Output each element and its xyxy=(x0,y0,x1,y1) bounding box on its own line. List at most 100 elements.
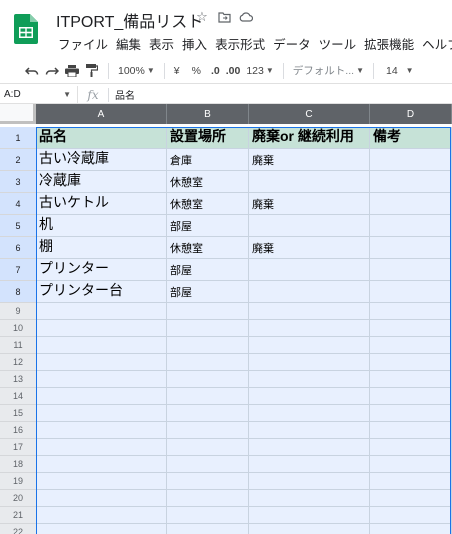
table-cell[interactable] xyxy=(249,171,370,193)
col-a-header[interactable]: A xyxy=(36,104,167,124)
row-header[interactable]: 16 xyxy=(0,422,36,439)
col-c-header[interactable]: C xyxy=(249,104,370,124)
table-cell[interactable] xyxy=(167,490,249,507)
table-cell[interactable] xyxy=(370,281,452,303)
table-cell[interactable] xyxy=(249,215,370,237)
table-cell[interactable] xyxy=(370,439,452,456)
table-cell[interactable] xyxy=(370,507,452,524)
table-cell[interactable] xyxy=(36,405,167,422)
table-cell[interactable] xyxy=(167,507,249,524)
table-cell[interactable] xyxy=(167,337,249,354)
row-header[interactable]: 19 xyxy=(0,473,36,490)
table-cell[interactable]: 廃棄 xyxy=(249,193,370,215)
table-cell[interactable]: 休憩室 xyxy=(167,193,249,215)
table-cell[interactable] xyxy=(249,473,370,490)
header-cell[interactable]: 品名 xyxy=(36,127,167,149)
table-cell[interactable] xyxy=(167,354,249,371)
table-cell[interactable] xyxy=(370,388,452,405)
menu-format[interactable]: 表示形式 xyxy=(211,34,269,53)
table-cell[interactable] xyxy=(370,149,452,171)
table-cell[interactable] xyxy=(249,320,370,337)
table-cell[interactable] xyxy=(36,456,167,473)
table-cell[interactable] xyxy=(249,507,370,524)
table-cell[interactable] xyxy=(249,439,370,456)
table-cell[interactable] xyxy=(36,473,167,490)
row-header[interactable]: 2 xyxy=(0,149,36,171)
row-header[interactable]: 13 xyxy=(0,371,36,388)
table-cell[interactable] xyxy=(167,303,249,320)
font-family-select[interactable]: デフォルト... ▼ xyxy=(290,60,367,82)
undo-icon[interactable] xyxy=(22,60,42,82)
table-cell[interactable] xyxy=(370,422,452,439)
table-cell[interactable]: 廃棄 xyxy=(249,237,370,259)
row-header[interactable]: 18 xyxy=(0,456,36,473)
table-cell[interactable] xyxy=(370,215,452,237)
row-header[interactable]: 22 xyxy=(0,524,36,534)
row-header[interactable]: 17 xyxy=(0,439,36,456)
menu-help[interactable]: ヘルプ xyxy=(418,34,452,53)
menu-insert[interactable]: 挿入 xyxy=(178,34,211,53)
table-cell[interactable] xyxy=(167,456,249,473)
table-cell[interactable] xyxy=(370,405,452,422)
currency-format-button[interactable]: ¥ xyxy=(171,60,183,82)
menu-extensions[interactable]: 拡張機能 xyxy=(360,34,418,53)
table-cell[interactable]: 休憩室 xyxy=(167,237,249,259)
table-cell[interactable]: 机 xyxy=(36,215,167,237)
table-cell[interactable]: プリンター台 xyxy=(36,281,167,303)
table-cell[interactable] xyxy=(36,320,167,337)
table-cell[interactable]: 古い冷蔵庫 xyxy=(36,149,167,171)
header-cell[interactable]: 廃棄or 継続利用 xyxy=(249,127,370,149)
increase-decimal-button[interactable]: .00 xyxy=(223,60,244,82)
more-formats-select[interactable]: 123 ▼ xyxy=(243,60,276,82)
table-cell[interactable] xyxy=(36,524,167,534)
table-cell[interactable] xyxy=(249,337,370,354)
table-cell[interactable] xyxy=(167,320,249,337)
table-cell[interactable]: 冷蔵庫 xyxy=(36,171,167,193)
table-cell[interactable]: 部屋 xyxy=(167,259,249,281)
table-cell[interactable] xyxy=(167,422,249,439)
row-header[interactable]: 10 xyxy=(0,320,36,337)
table-cell[interactable] xyxy=(167,524,249,534)
font-size-select[interactable]: 14 ▼ xyxy=(380,60,420,82)
table-cell[interactable]: 古いケトル xyxy=(36,193,167,215)
table-cell[interactable] xyxy=(249,371,370,388)
row-header[interactable]: 1 xyxy=(0,127,36,149)
table-cell[interactable] xyxy=(249,388,370,405)
table-cell[interactable] xyxy=(370,473,452,490)
document-title[interactable]: ITPORT_備品リスト xyxy=(56,8,203,32)
table-cell[interactable] xyxy=(370,354,452,371)
zoom-select[interactable]: 100% ▼ xyxy=(115,60,158,82)
table-cell[interactable] xyxy=(167,371,249,388)
table-cell[interactable] xyxy=(36,354,167,371)
row-header[interactable]: 12 xyxy=(0,354,36,371)
row-header[interactable]: 21 xyxy=(0,507,36,524)
table-cell[interactable] xyxy=(167,439,249,456)
table-cell[interactable] xyxy=(249,354,370,371)
table-cell[interactable] xyxy=(36,439,167,456)
menu-data[interactable]: データ xyxy=(269,34,315,53)
table-cell[interactable] xyxy=(36,303,167,320)
table-cell[interactable]: 棚 xyxy=(36,237,167,259)
row-header[interactable]: 14 xyxy=(0,388,36,405)
table-cell[interactable] xyxy=(36,388,167,405)
table-cell[interactable] xyxy=(370,337,452,354)
table-cell[interactable] xyxy=(167,405,249,422)
table-cell[interactable]: 倉庫 xyxy=(167,149,249,171)
table-cell[interactable] xyxy=(370,490,452,507)
col-d-header[interactable]: D xyxy=(370,104,452,124)
table-cell[interactable] xyxy=(167,473,249,490)
table-cell[interactable] xyxy=(36,371,167,388)
table-cell[interactable] xyxy=(36,507,167,524)
cloud-status-icon[interactable] xyxy=(238,9,254,25)
row-header[interactable]: 4 xyxy=(0,193,36,215)
table-cell[interactable]: プリンター xyxy=(36,259,167,281)
table-cell[interactable] xyxy=(249,281,370,303)
header-cell[interactable]: 設置場所 xyxy=(167,127,249,149)
row-header[interactable]: 11 xyxy=(0,337,36,354)
table-cell[interactable] xyxy=(36,337,167,354)
table-cell[interactable] xyxy=(370,456,452,473)
print-icon[interactable] xyxy=(62,60,82,82)
table-cell[interactable]: 部屋 xyxy=(167,215,249,237)
table-cell[interactable] xyxy=(249,524,370,534)
row-header[interactable]: 7 xyxy=(0,259,36,281)
